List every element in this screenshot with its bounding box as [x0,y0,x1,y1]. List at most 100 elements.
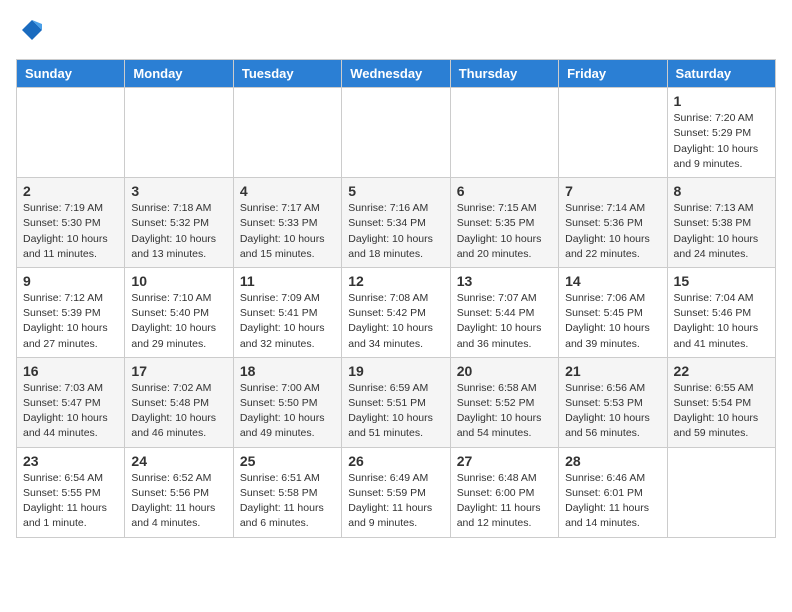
day-number: 1 [674,93,769,109]
day-number: 21 [565,363,660,379]
calendar-cell: 19 Sunrise: 6:59 AM Sunset: 5:51 PM Dayli… [342,357,450,447]
day-info: Sunrise: 7:13 AM Sunset: 5:38 PM Dayligh… [674,201,769,262]
day-info: Sunrise: 7:07 AM Sunset: 5:44 PM Dayligh… [457,291,552,352]
calendar-cell: 28 Sunrise: 6:46 AM Sunset: 6:01 PM Dayli… [559,447,667,537]
day-header-saturday: Saturday [667,60,775,88]
calendar-cell: 24 Sunrise: 6:52 AM Sunset: 5:56 PM Dayli… [125,447,233,537]
day-info: Sunrise: 7:06 AM Sunset: 5:45 PM Dayligh… [565,291,660,352]
day-number: 23 [23,453,118,469]
day-number: 8 [674,183,769,199]
day-number: 14 [565,273,660,289]
day-number: 9 [23,273,118,289]
calendar-cell [450,88,558,178]
calendar-cell: 16Sunrise: 7:03 AM Sunset: 5:47 PM Dayli… [17,357,125,447]
day-info: Sunrise: 7:02 AM Sunset: 5:48 PM Dayligh… [131,381,226,442]
day-info: Sunrise: 6:58 AM Sunset: 5:52 PM Dayligh… [457,381,552,442]
day-info: Sunrise: 7:00 AM Sunset: 5:50 PM Dayligh… [240,381,335,442]
calendar-cell: 10 Sunrise: 7:10 AM Sunset: 5:40 PM Dayli… [125,267,233,357]
day-info: Sunrise: 7:20 AM Sunset: 5:29 PM Dayligh… [674,111,769,172]
calendar-table: SundayMondayTuesdayWednesdayThursdayFrid… [16,59,776,537]
day-number: 22 [674,363,769,379]
calendar-cell: 17 Sunrise: 7:02 AM Sunset: 5:48 PM Dayli… [125,357,233,447]
calendar-cell [17,88,125,178]
day-number: 6 [457,183,552,199]
day-info: Sunrise: 6:52 AM Sunset: 5:56 PM Dayligh… [131,471,226,532]
calendar-cell: 27 Sunrise: 6:48 AM Sunset: 6:00 PM Dayli… [450,447,558,537]
calendar-cell [559,88,667,178]
day-header-monday: Monday [125,60,233,88]
day-number: 26 [348,453,443,469]
day-header-tuesday: Tuesday [233,60,341,88]
day-info: Sunrise: 7:17 AM Sunset: 5:33 PM Dayligh… [240,201,335,262]
day-number: 28 [565,453,660,469]
calendar-week-1: 1 Sunrise: 7:20 AM Sunset: 5:29 PM Daylig… [17,88,776,178]
calendar-cell: 5 Sunrise: 7:16 AM Sunset: 5:34 PM Daylig… [342,178,450,268]
calendar-week-5: 23 Sunrise: 6:54 AM Sunset: 5:55 PM Dayli… [17,447,776,537]
calendar-week-2: 2Sunrise: 7:19 AM Sunset: 5:30 PM Daylig… [17,178,776,268]
day-number: 13 [457,273,552,289]
calendar-cell: 14 Sunrise: 7:06 AM Sunset: 5:45 PM Dayli… [559,267,667,357]
day-info: Sunrise: 7:04 AM Sunset: 5:46 PM Dayligh… [674,291,769,352]
calendar-cell: 11 Sunrise: 7:09 AM Sunset: 5:41 PM Dayli… [233,267,341,357]
day-number: 19 [348,363,443,379]
day-number: 7 [565,183,660,199]
day-number: 2 [23,183,118,199]
day-header-thursday: Thursday [450,60,558,88]
calendar-cell: 8 Sunrise: 7:13 AM Sunset: 5:38 PM Daylig… [667,178,775,268]
page-header [16,16,776,49]
day-number: 20 [457,363,552,379]
calendar-cell [667,447,775,537]
calendar-cell: 23 Sunrise: 6:54 AM Sunset: 5:55 PM Dayli… [17,447,125,537]
day-info: Sunrise: 7:12 AM Sunset: 5:39 PM Dayligh… [23,291,118,352]
calendar-week-4: 16Sunrise: 7:03 AM Sunset: 5:47 PM Dayli… [17,357,776,447]
day-header-wednesday: Wednesday [342,60,450,88]
day-number: 15 [674,273,769,289]
calendar-cell: 13 Sunrise: 7:07 AM Sunset: 5:44 PM Dayli… [450,267,558,357]
day-number: 27 [457,453,552,469]
calendar-cell: 20 Sunrise: 6:58 AM Sunset: 5:52 PM Dayli… [450,357,558,447]
day-number: 5 [348,183,443,199]
calendar-week-3: 9 Sunrise: 7:12 AM Sunset: 5:39 PM Daylig… [17,267,776,357]
day-number: 18 [240,363,335,379]
day-number: 10 [131,273,226,289]
day-number: 3 [131,183,226,199]
day-info: Sunrise: 7:08 AM Sunset: 5:42 PM Dayligh… [348,291,443,352]
day-info: Sunrise: 7:10 AM Sunset: 5:40 PM Dayligh… [131,291,226,352]
day-info: Sunrise: 6:54 AM Sunset: 5:55 PM Dayligh… [23,471,118,532]
day-header-friday: Friday [559,60,667,88]
day-number: 4 [240,183,335,199]
day-number: 24 [131,453,226,469]
calendar-cell: 26 Sunrise: 6:49 AM Sunset: 5:59 PM Dayli… [342,447,450,537]
calendar-cell: 6 Sunrise: 7:15 AM Sunset: 5:35 PM Daylig… [450,178,558,268]
day-info: Sunrise: 6:49 AM Sunset: 5:59 PM Dayligh… [348,471,443,532]
day-info: Sunrise: 7:18 AM Sunset: 5:32 PM Dayligh… [131,201,226,262]
day-info: Sunrise: 6:48 AM Sunset: 6:00 PM Dayligh… [457,471,552,532]
calendar-cell: 4 Sunrise: 7:17 AM Sunset: 5:33 PM Daylig… [233,178,341,268]
logo-text-block [16,16,46,49]
calendar-cell: 15 Sunrise: 7:04 AM Sunset: 5:46 PM Dayli… [667,267,775,357]
day-number: 17 [131,363,226,379]
calendar-cell: 1 Sunrise: 7:20 AM Sunset: 5:29 PM Daylig… [667,88,775,178]
calendar-cell: 9 Sunrise: 7:12 AM Sunset: 5:39 PM Daylig… [17,267,125,357]
logo [16,16,46,49]
calendar-cell [342,88,450,178]
day-number: 12 [348,273,443,289]
calendar-cell: 2Sunrise: 7:19 AM Sunset: 5:30 PM Daylig… [17,178,125,268]
calendar-cell: 25Sunrise: 6:51 AM Sunset: 5:58 PM Dayli… [233,447,341,537]
calendar-cell [125,88,233,178]
day-info: Sunrise: 7:15 AM Sunset: 5:35 PM Dayligh… [457,201,552,262]
calendar-cell: 7Sunrise: 7:14 AM Sunset: 5:36 PM Daylig… [559,178,667,268]
day-info: Sunrise: 7:09 AM Sunset: 5:41 PM Dayligh… [240,291,335,352]
day-number: 25 [240,453,335,469]
day-info: Sunrise: 6:46 AM Sunset: 6:01 PM Dayligh… [565,471,660,532]
day-info: Sunrise: 6:56 AM Sunset: 5:53 PM Dayligh… [565,381,660,442]
calendar-cell [233,88,341,178]
calendar-cell: 3 Sunrise: 7:18 AM Sunset: 5:32 PM Daylig… [125,178,233,268]
day-number: 16 [23,363,118,379]
day-number: 11 [240,273,335,289]
day-info: Sunrise: 6:59 AM Sunset: 5:51 PM Dayligh… [348,381,443,442]
day-info: Sunrise: 6:55 AM Sunset: 5:54 PM Dayligh… [674,381,769,442]
day-info: Sunrise: 7:16 AM Sunset: 5:34 PM Dayligh… [348,201,443,262]
day-header-sunday: Sunday [17,60,125,88]
logo-icon [18,16,46,44]
